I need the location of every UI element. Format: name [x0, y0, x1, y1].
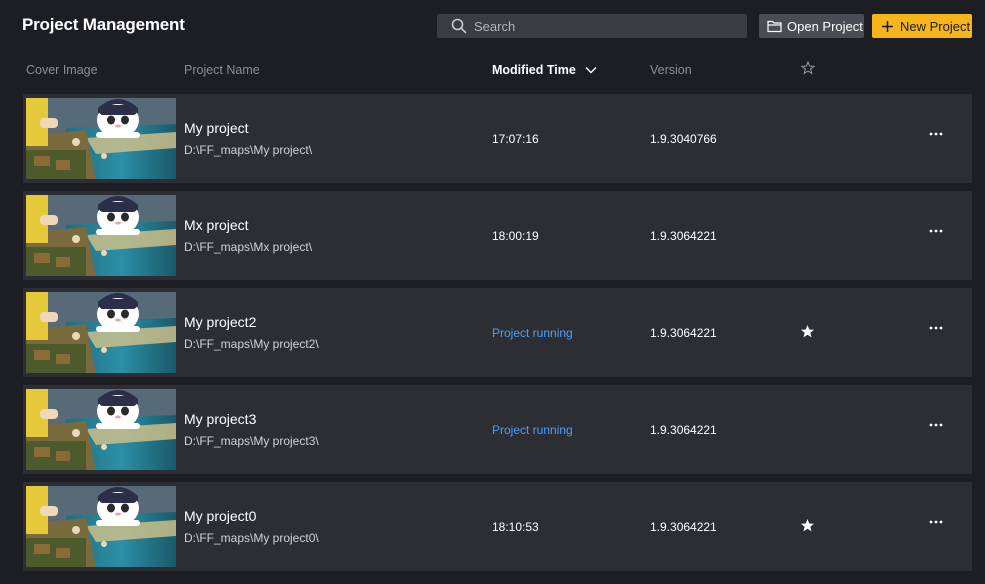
project-version: 1.9.3040766: [650, 132, 717, 146]
project-row[interactable]: Mx project D:\FF_maps\Mx project\ 18:00:…: [23, 191, 972, 280]
project-path: D:\FF_maps\My project2\: [184, 337, 319, 351]
project-row[interactable]: My project0 D:\FF_maps\My project0\ 18:1…: [23, 482, 972, 571]
project-path: D:\FF_maps\Mx project\: [184, 240, 313, 254]
project-row[interactable]: My project2 D:\FF_maps\My project2\ Proj…: [23, 288, 972, 377]
project-version: 1.9.3064221: [650, 326, 717, 340]
project-cover-image: [26, 389, 176, 470]
project-modified-time: 18:10:53: [492, 520, 539, 534]
more-options-icon[interactable]: [929, 423, 943, 427]
project-version: 1.9.3064221: [650, 520, 717, 534]
column-header-cover: Cover Image: [26, 63, 98, 77]
column-header-version[interactable]: Version: [650, 63, 692, 77]
project-name: My project: [184, 120, 249, 136]
open-project-label: Open Project: [787, 18, 863, 34]
page-title: Project Management: [22, 15, 185, 34]
new-project-button[interactable]: New Project: [872, 14, 972, 38]
project-version: 1.9.3064221: [650, 229, 717, 243]
project-modified-time: Project running: [492, 423, 573, 437]
project-cover-image: [26, 195, 176, 276]
column-header-modified[interactable]: Modified Time: [492, 63, 597, 77]
more-options-icon[interactable]: [929, 326, 943, 330]
project-row[interactable]: My project D:\FF_maps\My project\ 17:07:…: [23, 94, 972, 183]
project-row[interactable]: My project3 D:\FF_maps\My project3\ Proj…: [23, 385, 972, 474]
folder-icon: [767, 20, 782, 33]
project-path: D:\FF_maps\My project3\: [184, 434, 319, 448]
project-name: Mx project: [184, 217, 249, 233]
more-options-icon[interactable]: [929, 520, 943, 524]
project-cover-image: [26, 292, 176, 373]
project-version: 1.9.3064221: [650, 423, 717, 437]
plus-icon: [882, 20, 893, 32]
star-outline-icon[interactable]: [801, 61, 815, 75]
project-name: My project3: [184, 411, 257, 427]
star-filled-icon[interactable]: [800, 324, 815, 339]
more-options-icon[interactable]: [929, 229, 943, 233]
project-modified-time: 17:07:16: [492, 132, 539, 146]
column-header-name[interactable]: Project Name: [184, 63, 260, 77]
project-modified-time: 18:00:19: [492, 229, 539, 243]
open-project-button[interactable]: Open Project: [759, 14, 864, 38]
project-name: My project2: [184, 314, 257, 330]
star-filled-icon[interactable]: [800, 518, 815, 533]
project-cover-image: [26, 98, 176, 179]
column-header-modified-label: Modified Time: [492, 63, 576, 77]
more-options-icon[interactable]: [929, 132, 943, 136]
project-path: D:\FF_maps\My project0\: [184, 531, 319, 545]
search-input[interactable]: Search: [437, 14, 747, 38]
project-cover-image: [26, 486, 176, 567]
project-management-window: Project Management Search Open Project N…: [0, 0, 985, 584]
search-icon: [451, 18, 467, 34]
search-placeholder: Search: [474, 18, 516, 34]
project-modified-time: Project running: [492, 326, 573, 340]
project-path: D:\FF_maps\My project\: [184, 143, 313, 157]
new-project-label: New Project: [900, 18, 971, 34]
chevron-down-icon: [585, 67, 597, 74]
project-name: My project0: [184, 508, 257, 524]
